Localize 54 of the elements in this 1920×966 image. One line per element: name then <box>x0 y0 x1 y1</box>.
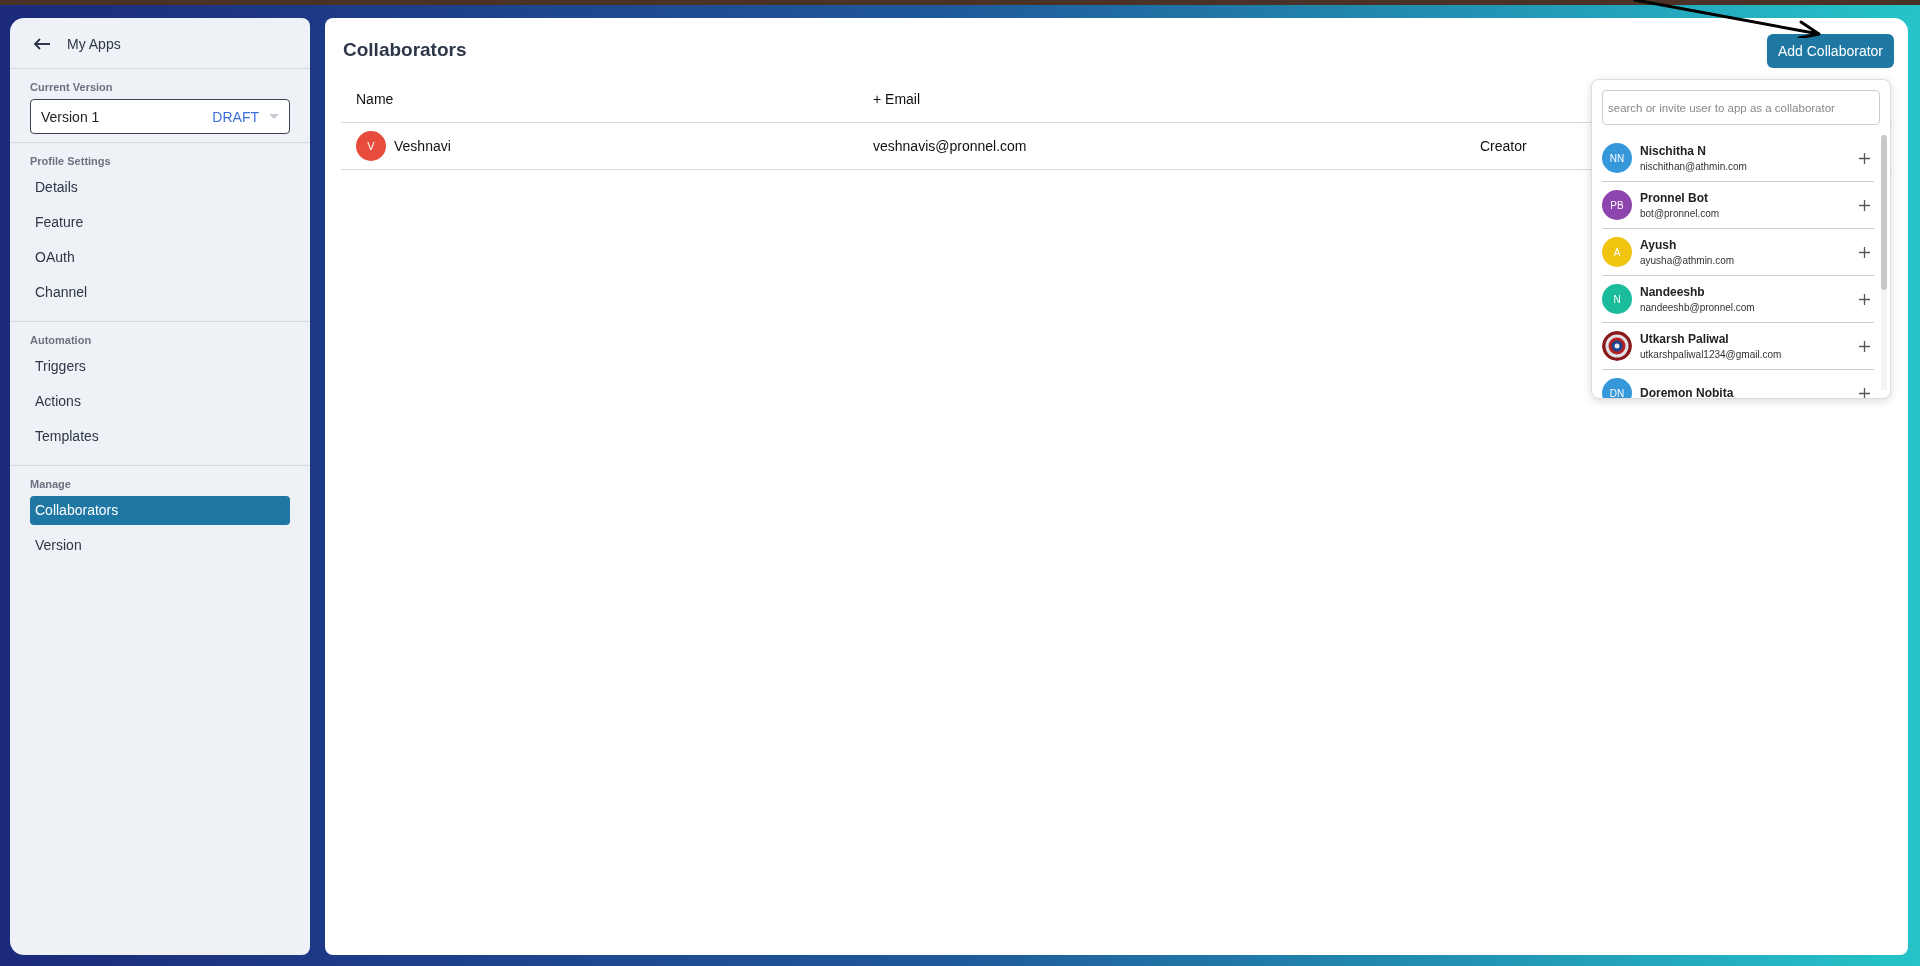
sidebar-item[interactable]: Details <box>30 173 290 202</box>
user-list-item[interactable]: NN Nischitha N nischithan@athmin.com <box>1602 135 1874 182</box>
sidebar-item[interactable]: Triggers <box>30 352 290 381</box>
table-cell: Veshnavi <box>394 138 451 154</box>
avatar: V <box>356 131 386 161</box>
back-link[interactable]: My Apps <box>67 36 121 52</box>
user-email: ayusha@athmin.com <box>1640 255 1736 266</box>
add-icon[interactable] <box>1859 152 1870 164</box>
user-list-item[interactable]: A Ayush ayusha@athmin.com <box>1602 229 1874 276</box>
add-icon[interactable] <box>1859 340 1870 352</box>
avatar: N <box>1602 284 1632 314</box>
user-name: Ayush <box>1640 238 1678 252</box>
section-label: Profile Settings <box>30 155 112 167</box>
sidebar-item[interactable]: Feature <box>30 208 290 237</box>
sidebar-item[interactable]: Actions <box>30 387 290 416</box>
column-header: Name <box>355 91 395 107</box>
add-icon[interactable] <box>1859 387 1870 398</box>
user-name: Doremon Nobita <box>1640 386 1735 398</box>
avatar: PB <box>1602 190 1632 220</box>
user-email: utkarshpaliwal1234@gmail.com <box>1640 349 1783 360</box>
user-list-item[interactable]: DN Doremon Nobita <box>1602 370 1874 398</box>
sidebar-item[interactable]: Collaborators <box>30 496 290 525</box>
user-list-item[interactable]: N Nandeeshb nandeeshb@pronnel.com <box>1602 276 1874 323</box>
avatar: A <box>1602 237 1632 267</box>
section-label: Current Version <box>30 81 114 93</box>
add-icon[interactable] <box>1859 199 1870 211</box>
column-header: + Email <box>872 91 922 107</box>
search-field[interactable]: search or invite user to app as a collaborator <box>1602 90 1880 125</box>
user-email: nischithan@athmin.com <box>1640 161 1748 172</box>
sidebar-item[interactable]: Channel <box>30 278 290 307</box>
user-list-item[interactable]: Utkarsh Paliwal utkarshpaliwal1234@gmail.com <box>1602 323 1874 370</box>
add-icon[interactable] <box>1859 293 1870 305</box>
user-email: bot@pronnel.com <box>1640 208 1721 219</box>
table-cell-text: Creator <box>1479 138 1527 154</box>
page-title: Collaborators <box>343 38 467 61</box>
back-arrow-icon[interactable] <box>33 38 51 50</box>
user-name: Utkarsh Paliwal <box>1640 332 1730 346</box>
add-collaborator-button[interactable]: Add Collaborator <box>1766 34 1894 68</box>
sidebar-item[interactable]: OAuth <box>30 243 290 272</box>
add-icon[interactable] <box>1859 246 1870 258</box>
avatar: DN <box>1602 378 1632 398</box>
user-list-item[interactable]: PB Pronnel Bot bot@pronnel.com <box>1602 182 1874 229</box>
sidebar-item[interactable]: Version <box>30 531 290 560</box>
table-cell-text: veshnavis@pronnel.com <box>872 138 1028 154</box>
avatar: NN <box>1602 143 1632 173</box>
section-label: Automation <box>30 334 93 346</box>
sidebar-item[interactable]: Templates <box>30 422 290 451</box>
user-name: Nischitha N <box>1640 144 1707 158</box>
user-name: Nandeeshb <box>1640 285 1706 299</box>
user-email: nandeeshb@pronnel.com <box>1640 302 1756 313</box>
version-select[interactable]: Version 1 DRAFT <box>30 99 290 134</box>
user-name: Pronnel Bot <box>1640 191 1709 205</box>
section-label: Manage <box>30 478 72 490</box>
caret-icon <box>269 113 279 120</box>
